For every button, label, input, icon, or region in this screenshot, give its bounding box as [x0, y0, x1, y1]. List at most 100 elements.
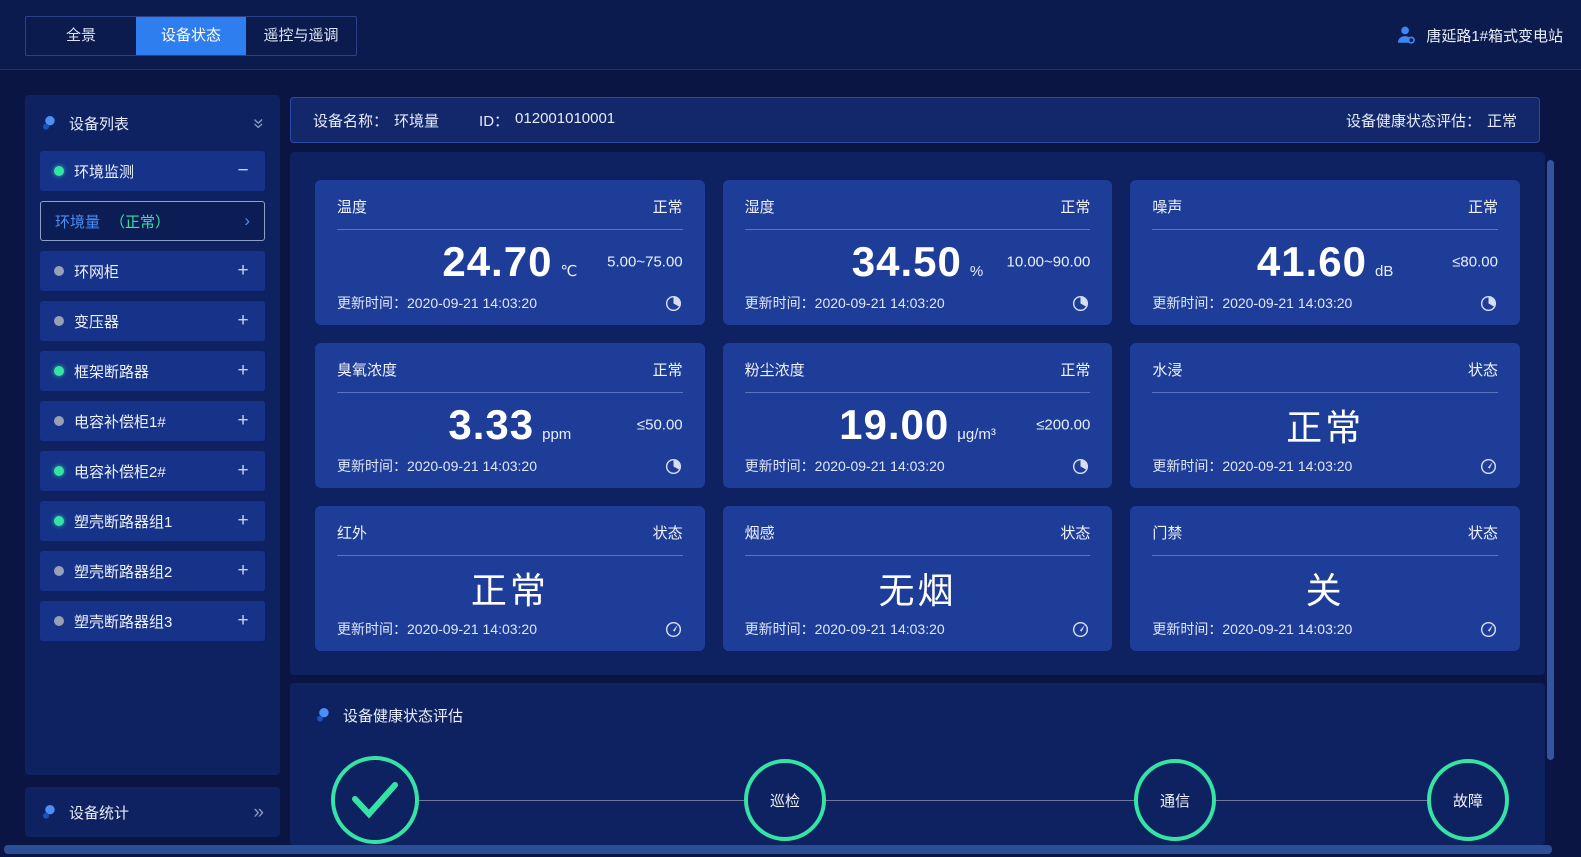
device-name-label: 设备名称：: [313, 112, 389, 130]
card-status: 正常: [652, 362, 683, 379]
health-node-inspection[interactable]: 巡检: [744, 759, 826, 841]
card-title: 门禁: [1152, 525, 1183, 542]
station-selector[interactable]: 唐延路1#箱式变电站: [1395, 0, 1563, 70]
device-id: 012001010001: [515, 109, 616, 127]
tab-device-status[interactable]: 设备状态: [136, 17, 246, 55]
card-range: ≤80.00: [1452, 253, 1498, 270]
card-status: 正常: [1060, 362, 1091, 379]
clock-icon[interactable]: [664, 457, 683, 476]
updated-time: 2020-09-21 14:03:20: [814, 295, 945, 311]
card-title: 烟感: [744, 525, 775, 542]
vertical-scrollbar[interactable]: [1547, 160, 1554, 760]
card-unit: ℃: [560, 262, 578, 280]
dots-icon: [41, 115, 58, 132]
main-tabs: 全景 设备状态 遥控与遥调: [25, 16, 357, 56]
tab-panorama[interactable]: 全景: [26, 17, 136, 55]
updated-label: 更新时间：: [744, 295, 815, 311]
card-state: 无烟: [878, 569, 957, 611]
expand-plus-icon[interactable]: +: [235, 510, 251, 532]
metric-card-dust: 粉尘浓度 正常 19.00 μg/m³ ≤200.00 更新时间：2020-09…: [722, 343, 1113, 488]
clock-icon[interactable]: [1479, 294, 1498, 313]
card-title: 粉尘浓度: [744, 362, 805, 379]
card-range: ≤50.00: [636, 416, 683, 433]
sidebar-item-mccb-group-1[interactable]: 塑壳断路器组1 +: [40, 501, 265, 541]
metric-card-ozone: 臭氧浓度 正常 3.33 ppm ≤50.00 更新时间：2020-09-21 …: [315, 343, 705, 488]
chevron-double-right-icon[interactable]: »: [253, 803, 264, 822]
card-range: 5.00~75.00: [607, 253, 683, 270]
expand-plus-icon[interactable]: +: [235, 260, 251, 282]
card-status: 正常: [652, 199, 683, 216]
timeline-connector: [375, 800, 1468, 801]
station-name: 唐延路1#箱式变电站: [1426, 27, 1563, 45]
gauge-icon[interactable]: [1071, 620, 1090, 639]
sidebar-item-mccb-group-3[interactable]: 塑壳断路器组3 +: [40, 601, 265, 641]
expand-plus-icon[interactable]: +: [235, 560, 251, 582]
device-list-header: 设备列表 »: [25, 95, 280, 151]
device-stats-title: 设备统计: [69, 804, 130, 822]
device-stats-panel[interactable]: 设备统计 »: [25, 787, 280, 837]
health-node-communication[interactable]: 通信: [1134, 759, 1216, 841]
card-unit: ppm: [542, 425, 572, 443]
clock-icon[interactable]: [664, 294, 683, 313]
health-eval-panel: 设备健康状态评估 巡检 通信 故障: [290, 683, 1545, 845]
health-node-fault[interactable]: 故障: [1427, 759, 1509, 841]
metric-card-smoke: 烟感 状态 无烟 更新时间：2020-09-21 14:03:20: [722, 506, 1113, 651]
updated-label: 更新时间：: [337, 621, 407, 637]
updated-label: 更新时间：: [1152, 295, 1223, 311]
sidebar-subitem-env-quantity[interactable]: 环境量 （正常） ›: [40, 201, 265, 241]
card-title: 湿度: [744, 199, 775, 216]
gauge-icon[interactable]: [1479, 620, 1498, 639]
updated-time: 2020-09-21 14:03:20: [407, 621, 537, 637]
card-value: 3.33: [448, 400, 535, 448]
horizontal-scrollbar[interactable]: [4, 845, 1552, 854]
updated-time: 2020-09-21 14:03:20: [1222, 621, 1353, 637]
sidebar-item-capacitor-2[interactable]: 电容补偿柜2# +: [40, 451, 265, 491]
sidebar-item-mccb-group-2[interactable]: 塑壳断路器组2 +: [40, 551, 265, 591]
sidebar-item-env-monitor[interactable]: 环境监测 −: [40, 151, 265, 191]
status-dot-gray: [54, 316, 64, 326]
updated-time: 2020-09-21 14:03:20: [1222, 295, 1353, 311]
clock-icon[interactable]: [1071, 294, 1090, 313]
health-eval-value: 正常: [1486, 112, 1517, 130]
top-bar: 全景 设备状态 遥控与遥调 唐延路1#箱式变电站: [0, 0, 1581, 70]
health-node-ok[interactable]: [331, 756, 419, 844]
updated-label: 更新时间：: [744, 458, 815, 474]
updated-label: 更新时间：: [1152, 458, 1223, 474]
expand-plus-icon[interactable]: +: [235, 410, 251, 432]
status-dot-green: [54, 516, 64, 526]
check-icon: [347, 777, 403, 823]
status-dot-green: [54, 366, 64, 376]
updated-time: 2020-09-21 14:03:20: [1222, 458, 1353, 474]
tab-remote-control[interactable]: 遥控与遥调: [246, 17, 356, 55]
card-state: 关: [1305, 569, 1345, 611]
device-list-title: 设备列表: [69, 115, 130, 133]
health-section-title: 设备健康状态评估: [343, 708, 464, 725]
collapse-minus-icon[interactable]: −: [235, 160, 251, 182]
expand-plus-icon[interactable]: +: [235, 610, 251, 632]
updated-label: 更新时间：: [337, 295, 407, 311]
card-value: 24.70: [442, 237, 553, 285]
chevron-double-down-icon[interactable]: »: [248, 118, 269, 129]
clock-icon[interactable]: [1071, 457, 1090, 476]
card-title: 水浸: [1152, 362, 1183, 379]
sidebar-item-transformer[interactable]: 变压器 +: [40, 301, 265, 341]
card-value: 34.50: [851, 237, 962, 285]
card-range: ≤200.00: [1036, 416, 1091, 433]
expand-plus-icon[interactable]: +: [235, 460, 251, 482]
dots-icon: [41, 804, 58, 821]
metric-card-noise: 噪声 正常 41.60 dB ≤80.00 更新时间：2020-09-21 14…: [1130, 180, 1520, 325]
metric-card-humidity: 湿度 正常 34.50 % 10.00~90.00 更新时间：2020-09-2…: [722, 180, 1113, 325]
sidebar-item-capacitor-1[interactable]: 电容补偿柜1# +: [40, 401, 265, 441]
gauge-icon[interactable]: [1479, 457, 1498, 476]
status-dot-gray: [54, 616, 64, 626]
updated-time: 2020-09-21 14:03:20: [814, 621, 945, 637]
gauge-icon[interactable]: [664, 620, 683, 639]
card-range: 10.00~90.00: [1006, 253, 1091, 270]
updated-time: 2020-09-21 14:03:20: [814, 458, 945, 474]
sidebar-item-ring-cabinet[interactable]: 环网柜 +: [40, 251, 265, 291]
expand-plus-icon[interactable]: +: [235, 310, 251, 332]
status-dot-green: [54, 166, 64, 176]
card-title: 噪声: [1152, 199, 1183, 216]
expand-plus-icon[interactable]: +: [235, 360, 251, 382]
sidebar-item-frame-breaker[interactable]: 框架断路器 +: [40, 351, 265, 391]
